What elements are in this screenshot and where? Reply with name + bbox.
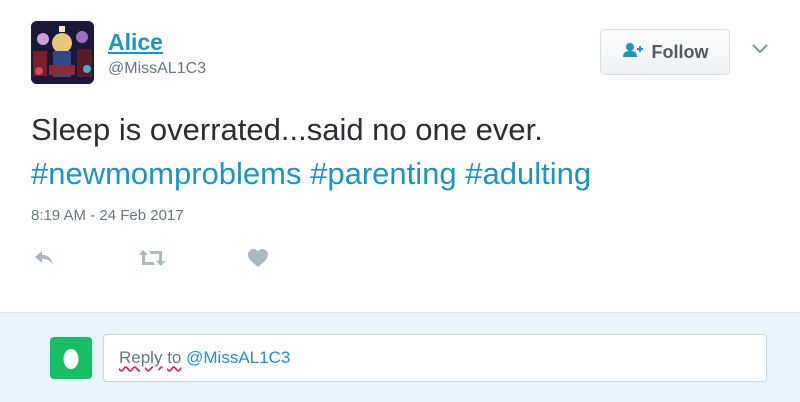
user-avatar xyxy=(50,337,92,379)
reply-icon[interactable] xyxy=(33,248,55,273)
tweet-card: Alice @MissAL1C3 Follow Sleep is overrat… xyxy=(0,0,800,312)
tweet-body: Sleep is overrated...said no one ever. xyxy=(31,112,543,147)
reply-bar: Reply to @MissAL1C3 xyxy=(0,312,800,402)
avatar-image xyxy=(31,21,94,84)
reply-placeholder-word: Reply xyxy=(119,348,163,367)
reply-placeholder-word: to xyxy=(167,348,182,367)
avatar[interactable] xyxy=(31,21,94,84)
follow-button[interactable]: Follow xyxy=(600,29,730,75)
reply-mention: @MissAL1C3 xyxy=(186,348,291,367)
hashtag-link[interactable]: #newmomproblems xyxy=(31,156,302,191)
add-user-icon xyxy=(622,42,644,63)
follow-button-label: Follow xyxy=(651,41,709,62)
tweet-timestamp[interactable]: 8:19 AM - 24 Feb 2017 xyxy=(31,207,184,224)
hashtag-link[interactable]: #parenting xyxy=(310,156,457,191)
retweet-icon[interactable] xyxy=(138,248,166,273)
author-handle[interactable]: @MissAL1C3 xyxy=(108,60,206,78)
author-name[interactable]: Alice xyxy=(108,29,163,56)
chevron-down-icon[interactable] xyxy=(751,42,769,60)
heart-icon[interactable] xyxy=(247,248,269,273)
tweet-text: Sleep is overrated...said no one ever. #… xyxy=(31,108,771,196)
egg-icon xyxy=(63,349,79,369)
hashtag-link[interactable]: #adulting xyxy=(465,156,591,191)
reply-input[interactable]: Reply to @MissAL1C3 xyxy=(103,334,767,382)
tweet-hashtags: #newmomproblems #parenting #adulting xyxy=(31,152,771,196)
